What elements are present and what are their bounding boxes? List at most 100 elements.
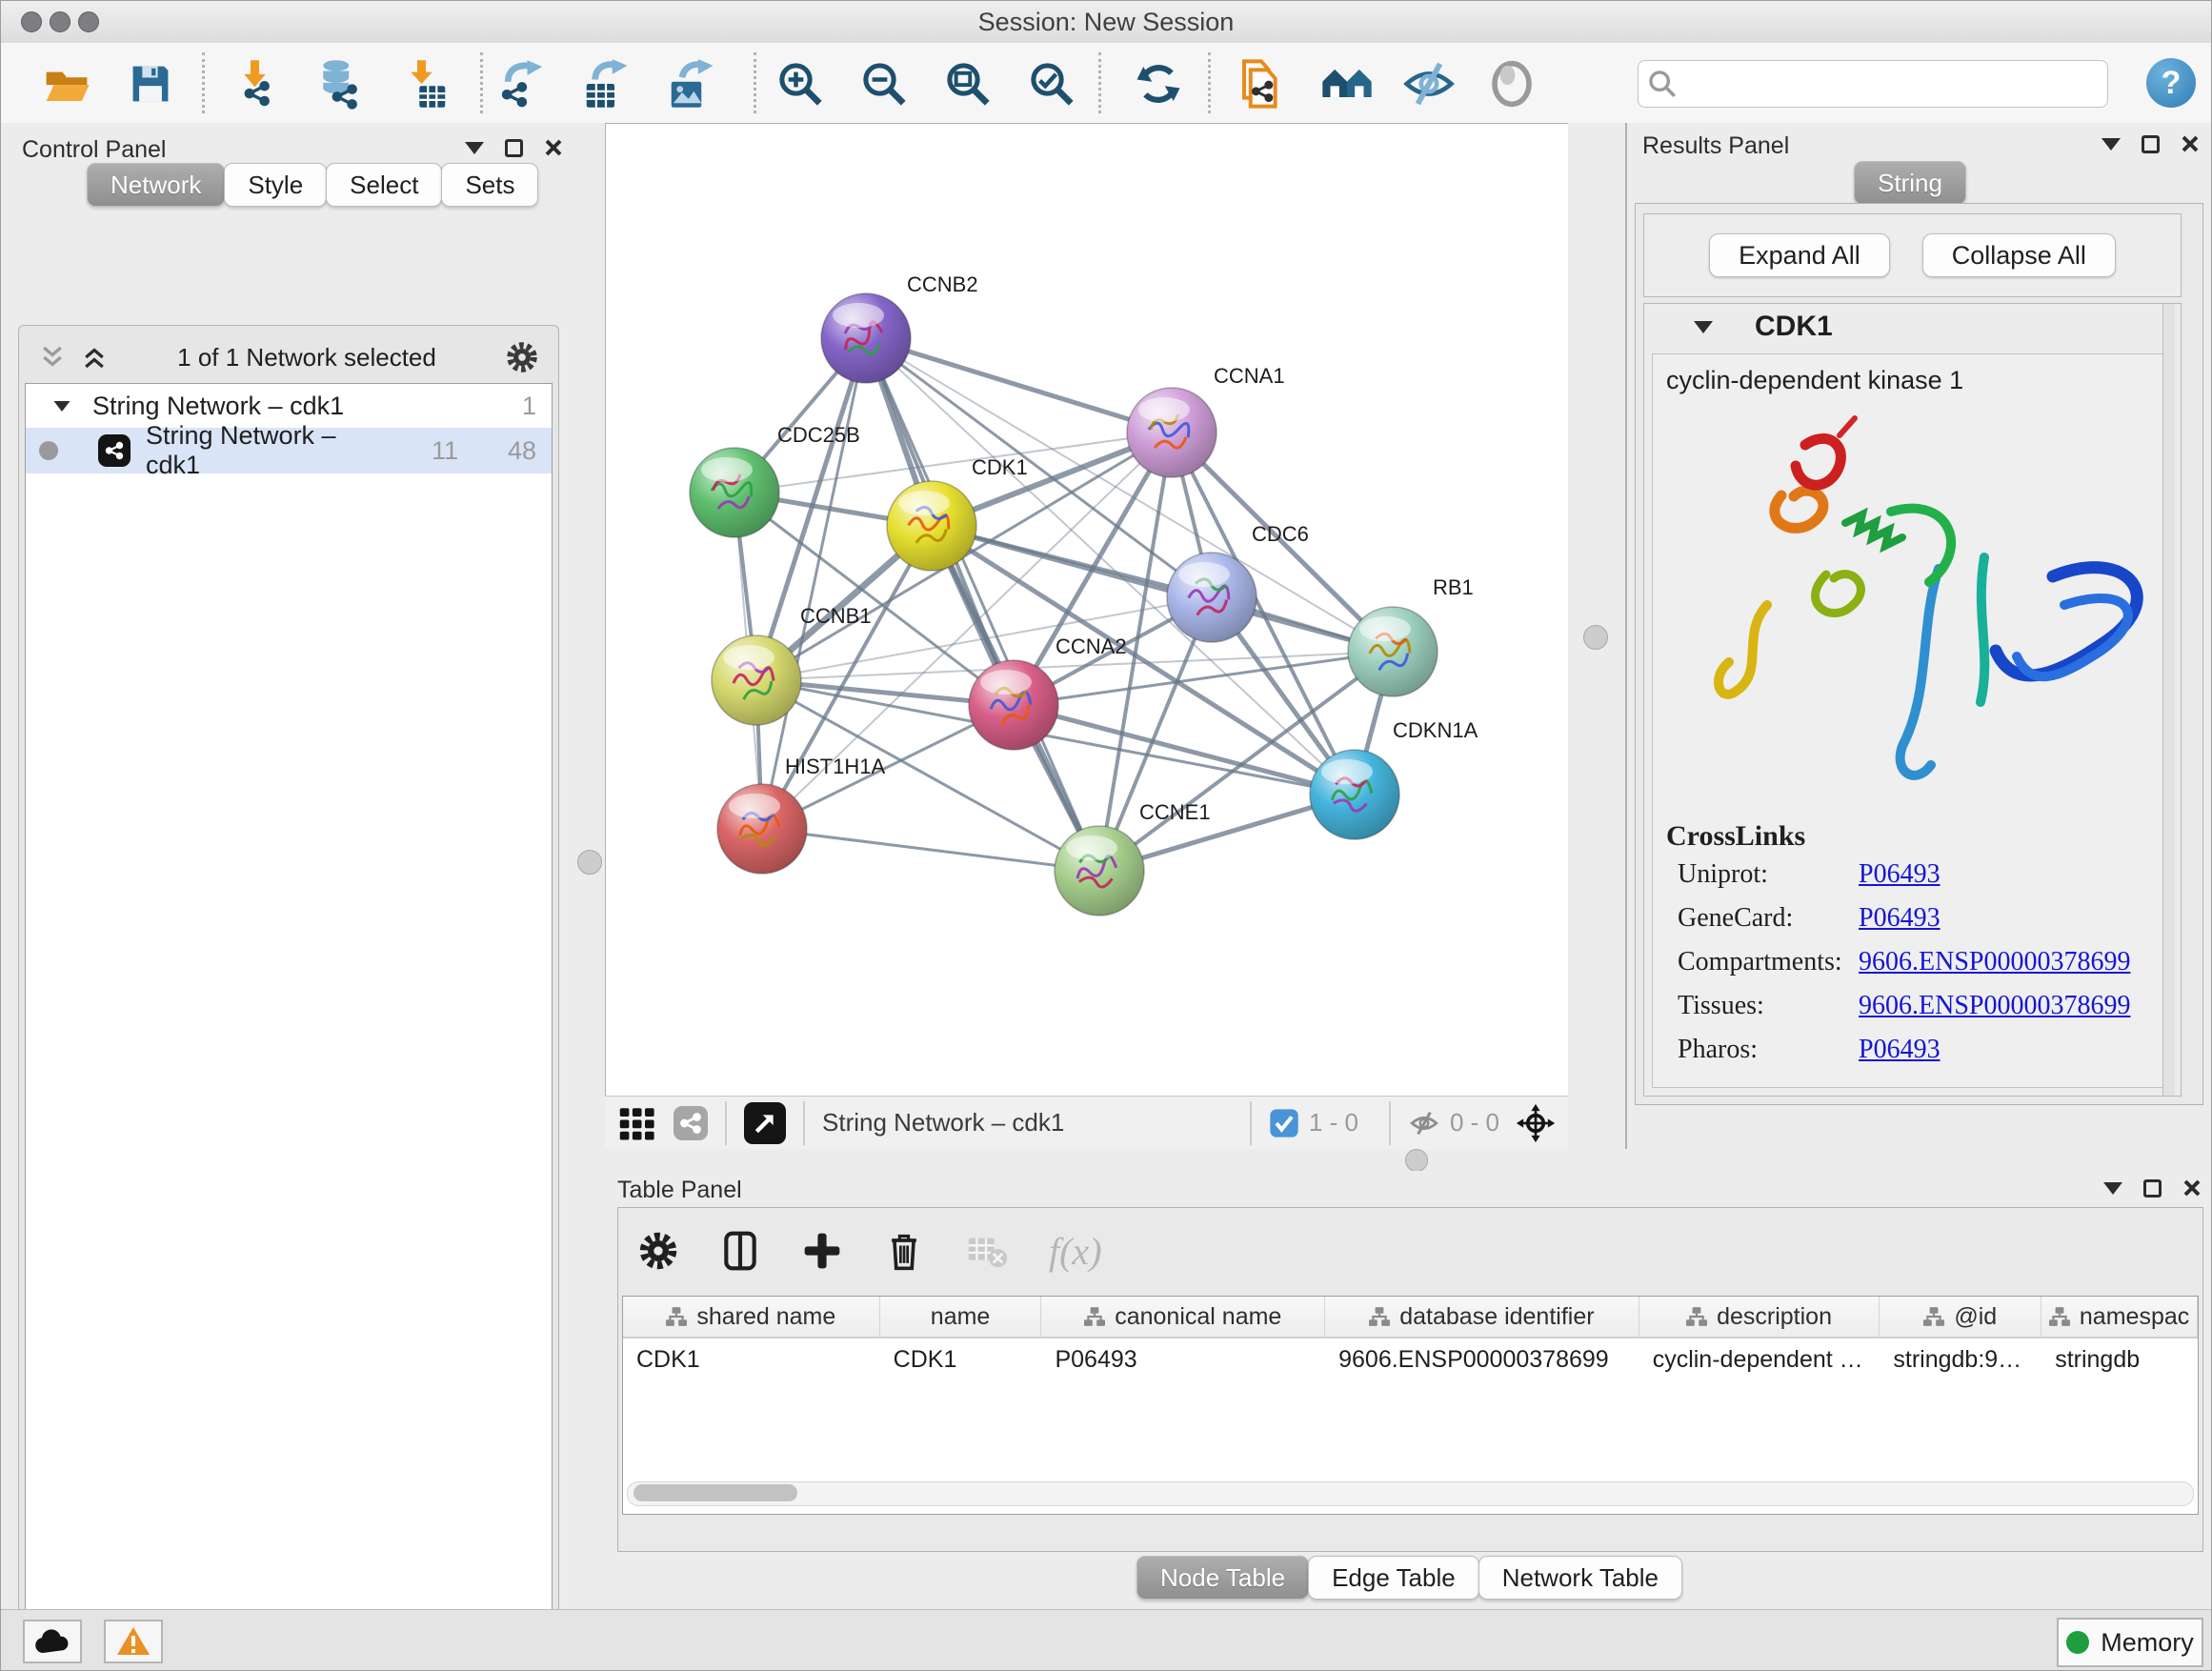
tree-expander-icon[interactable] [54, 400, 70, 411]
float-panel-icon[interactable] [2101, 138, 2121, 151]
memory-button[interactable]: Memory [2057, 1618, 2203, 1667]
zoom-in-button[interactable] [773, 56, 828, 111]
cell-canonical-name[interactable]: P06493 [1041, 1346, 1325, 1374]
selected-checkbox-icon[interactable] [1269, 1108, 1299, 1138]
tab-string[interactable]: String [1854, 161, 1966, 205]
export-table-button[interactable] [578, 56, 633, 111]
network-graph[interactable]: CCNB2CCNA1CDC25BCDK1CDC6RB1CCNB1CCNA2CDK… [606, 124, 1569, 1096]
right-splitter-handle[interactable] [1583, 625, 1608, 650]
crosslink-link[interactable]: 9606.ENSP00000378699 [1859, 947, 2130, 977]
edge-CCNB2-CCNE1[interactable] [866, 338, 1099, 871]
node-CCNB2[interactable] [821, 293, 911, 383]
delete-column-icon[interactable] [883, 1230, 925, 1272]
import-network-from-file-button[interactable] [231, 56, 287, 111]
add-column-icon[interactable] [801, 1230, 843, 1272]
zoom-out-button[interactable] [856, 56, 912, 111]
float-panel-icon[interactable] [465, 142, 484, 154]
cell--id[interactable]: stringdb:9… [1880, 1346, 2041, 1374]
import-network-from-database-button[interactable] [311, 56, 366, 111]
close-panel-icon[interactable] [2182, 1178, 2202, 1198]
crosslink-link[interactable]: 9606.ENSP00000378699 [1859, 991, 2130, 1021]
warning-status-button[interactable] [104, 1620, 163, 1663]
help-button[interactable]: ? [2146, 58, 2196, 108]
network-badge-icon[interactable] [674, 1106, 708, 1140]
node-CDC6[interactable] [1167, 553, 1257, 642]
node-CCNA2[interactable] [969, 660, 1058, 750]
cloud-status-button[interactable] [23, 1620, 82, 1663]
node-CDK1[interactable] [887, 481, 976, 571]
edge-HIST1H1A-CCNE1[interactable] [762, 829, 1099, 871]
table-row[interactable]: CDK1CDK1P064939606.ENSP00000378699cyclin… [623, 1339, 2198, 1380]
node-HIST1H1A[interactable] [717, 784, 807, 874]
cell-name[interactable]: CDK1 [880, 1346, 1042, 1374]
column-header-database-identifier[interactable]: database identifier [1325, 1297, 1639, 1337]
tab-style[interactable]: Style [224, 163, 327, 207]
column-header-canonical-name[interactable]: canonical name [1041, 1297, 1325, 1337]
home-networks-button[interactable] [1319, 56, 1375, 111]
network-tree-row[interactable]: String Network – cdk11148 [26, 428, 552, 473]
table-splitter[interactable] [605, 1149, 2212, 1171]
crosslink-link[interactable]: P06493 [1859, 859, 1941, 890]
global-search-input[interactable] [1686, 64, 2107, 104]
node-CDC25B[interactable] [690, 448, 779, 537]
cell-description[interactable]: cyclin-dependent … [1639, 1346, 1880, 1374]
maximize-panel-icon[interactable] [2143, 1179, 2162, 1198]
export-image-button[interactable] [663, 56, 718, 111]
import-network-from-public-databases-button[interactable] [1234, 56, 1289, 111]
node-RB1[interactable] [1348, 607, 1438, 696]
float-panel-icon[interactable] [2103, 1182, 2122, 1195]
detach-view-icon[interactable] [744, 1102, 786, 1144]
table-splitter-handle[interactable] [1405, 1149, 1428, 1172]
maximize-panel-icon[interactable] [2142, 135, 2160, 153]
birdseye-crosshair-icon[interactable] [1515, 1102, 1557, 1144]
column-header-description[interactable]: description [1639, 1297, 1880, 1337]
node-CCNB1[interactable] [712, 635, 801, 725]
column-header-shared-name[interactable]: shared name [623, 1297, 880, 1337]
show-graphics-details-button[interactable] [1484, 56, 1539, 111]
save-session-button[interactable] [123, 56, 178, 111]
tab-select[interactable]: Select [326, 163, 442, 207]
crosslink-link[interactable]: P06493 [1859, 1035, 1941, 1065]
tab-sets[interactable]: Sets [441, 163, 538, 207]
collapse-all-button[interactable]: Collapse All [1922, 233, 2116, 277]
open-session-button[interactable] [39, 56, 94, 111]
section-collapse-icon[interactable] [1694, 321, 1713, 333]
collapse-all-chevron-icon[interactable] [38, 343, 67, 372]
refresh-view-button[interactable] [1131, 56, 1186, 111]
edge-CCNB2-CCNA1[interactable] [866, 338, 1172, 433]
scrollbar-thumb[interactable] [633, 1484, 797, 1501]
left-splitter[interactable] [573, 123, 605, 1609]
export-network-button[interactable] [495, 56, 551, 111]
edge-CDK1-RB1[interactable] [932, 526, 1393, 652]
tab-network[interactable]: Network [87, 163, 225, 207]
zoom-selected-button[interactable] [1024, 56, 1079, 111]
crosslink-link[interactable]: P06493 [1859, 903, 1941, 934]
grid-view-icon[interactable] [618, 1103, 658, 1143]
zoom-fit-button[interactable] [940, 56, 995, 111]
hide-unhide-button[interactable] [1401, 56, 1457, 111]
tab-network-table[interactable]: Network Table [1478, 1556, 1682, 1600]
column-header--id[interactable]: @id [1880, 1297, 2041, 1337]
right-splitter[interactable] [1568, 123, 1625, 1149]
cell-namespac[interactable]: stringdb [2041, 1346, 2198, 1374]
cdk1-section-header[interactable]: CDK1 [1644, 304, 2181, 350]
node-CDKN1A[interactable] [1310, 750, 1399, 839]
close-panel-icon[interactable] [2181, 134, 2200, 153]
tab-edge-table[interactable]: Edge Table [1308, 1556, 1479, 1600]
left-splitter-handle[interactable] [577, 850, 602, 875]
cell-shared-name[interactable]: CDK1 [623, 1346, 880, 1374]
results-scrollbar[interactable] [2162, 304, 2175, 1096]
expand-all-button[interactable]: Expand All [1709, 233, 1890, 277]
table-horizontal-scrollbar[interactable] [627, 1481, 2194, 1506]
gear-icon[interactable] [637, 1230, 679, 1272]
column-header-name[interactable]: name [880, 1297, 1042, 1337]
gear-icon[interactable] [505, 340, 539, 374]
cell-database-identifier[interactable]: 9606.ENSP00000378699 [1325, 1346, 1639, 1374]
network-view-canvas[interactable]: CCNB2CCNA1CDC25BCDK1CDC6RB1CCNB1CCNA2CDK… [605, 123, 1570, 1097]
node-CCNE1[interactable] [1055, 826, 1144, 916]
maximize-panel-icon[interactable] [505, 139, 523, 157]
show-columns-icon[interactable] [719, 1230, 761, 1272]
column-header-namespac[interactable]: namespac [2041, 1297, 2198, 1337]
node-CCNA1[interactable] [1127, 388, 1217, 477]
expand-all-chevron-icon[interactable] [80, 343, 109, 372]
